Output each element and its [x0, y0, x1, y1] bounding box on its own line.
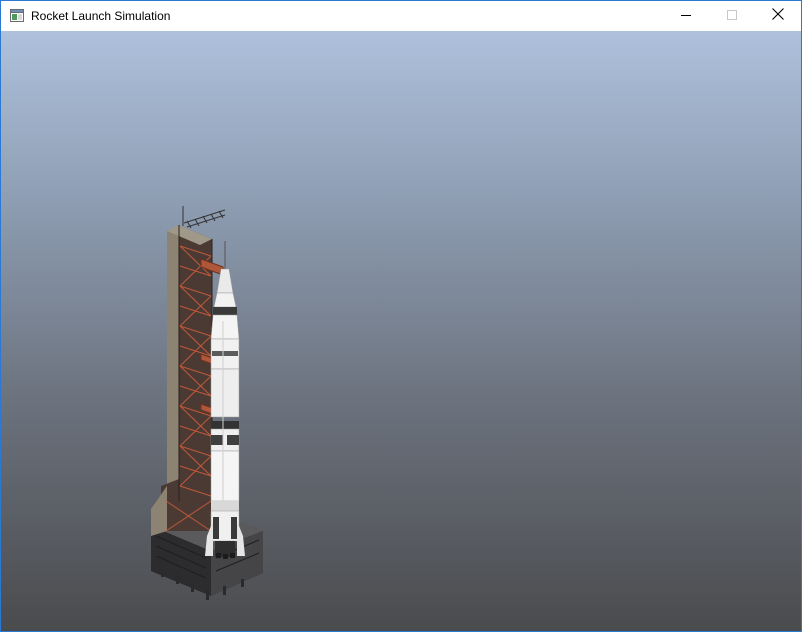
maximize-icon [727, 7, 737, 25]
app-window-icon [10, 9, 24, 22]
minimize-icon [681, 7, 691, 25]
3d-viewport[interactable] [1, 31, 801, 631]
close-icon [772, 7, 784, 25]
maximize-button[interactable] [709, 1, 755, 31]
window-title: Rocket Launch Simulation [31, 9, 171, 23]
close-button[interactable] [755, 1, 801, 31]
minimize-button[interactable] [663, 1, 709, 31]
launch-scene [151, 206, 263, 600]
app-window: Rocket Launch Simulation [0, 0, 802, 632]
title-bar[interactable]: Rocket Launch Simulation [1, 1, 801, 31]
